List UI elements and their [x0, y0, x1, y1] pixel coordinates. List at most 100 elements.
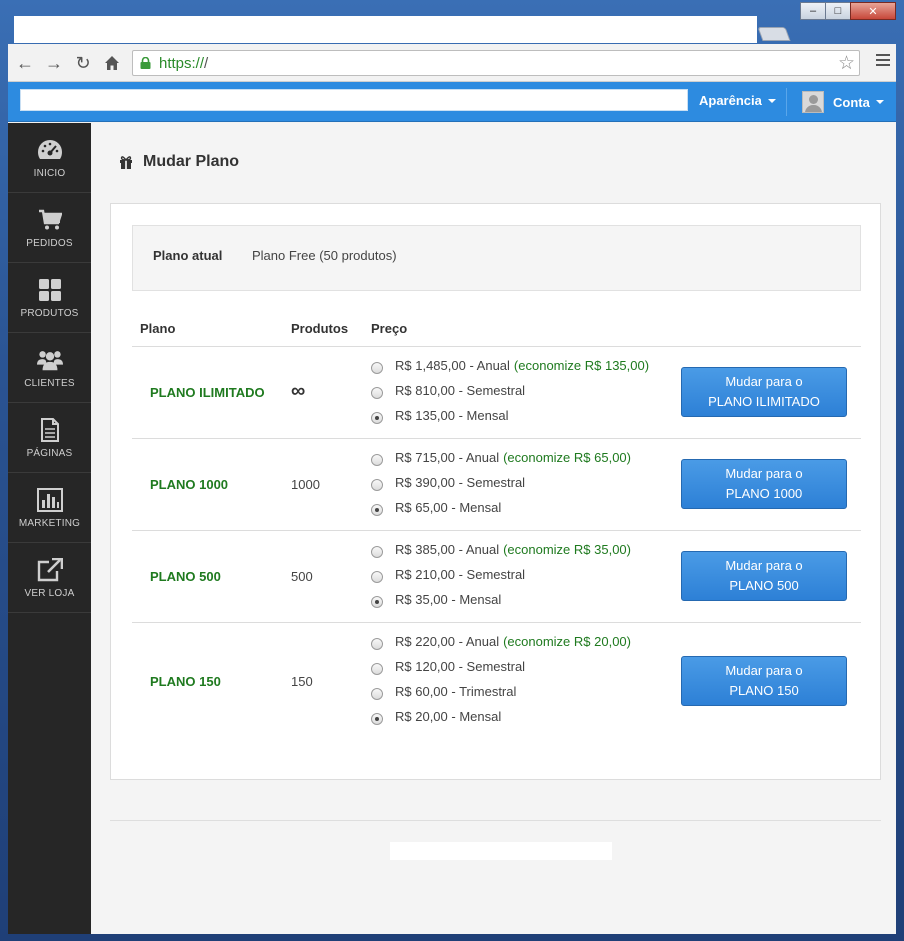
- radio-button[interactable]: [371, 546, 383, 558]
- plan-qty: ∞: [291, 380, 306, 402]
- radio-button[interactable]: [371, 362, 383, 374]
- price-text: R$ 210,00 - Semestral: [395, 567, 526, 582]
- price-text: R$ 20,00 - Mensal: [395, 709, 502, 724]
- appearance-menu[interactable]: Aparência: [699, 93, 776, 108]
- price-option[interactable]: R$ 390,00 - Semestral: [371, 474, 525, 491]
- current-plan-label: Plano atual: [153, 248, 223, 263]
- radio-button[interactable]: [371, 571, 383, 583]
- app-header: Aparência Conta: [8, 82, 896, 122]
- radio-button[interactable]: [371, 688, 383, 700]
- footer-block: [390, 842, 612, 860]
- price-option[interactable]: R$ 20,00 - Mensal: [371, 708, 501, 725]
- price-option[interactable]: R$ 120,00 - Semestral: [371, 658, 525, 675]
- forward-icon[interactable]: →: [43, 52, 65, 74]
- price-text: R$ 390,00 - Semestral: [395, 475, 526, 490]
- button-line: Mudar para o: [725, 558, 803, 573]
- price-text: R$ 1,485,00 - Anual: [395, 358, 510, 373]
- radio-button[interactable]: [371, 454, 383, 466]
- back-icon[interactable]: ←: [14, 52, 36, 74]
- current-plan-box: Plano atual Plano Free (50 produtos): [132, 225, 861, 291]
- sidebar-item-inicio[interactable]: INICIO: [8, 123, 91, 193]
- sidebar-item-ver-loja[interactable]: VER LOJA: [8, 543, 91, 613]
- close-button[interactable]: ✕: [850, 2, 896, 20]
- sidebar-item-label: PÁGINAS: [26, 447, 73, 459]
- plan-qty: 500: [291, 569, 313, 584]
- price-text: R$ 60,00 - Trimestral: [395, 684, 517, 699]
- savings-text: (economize R$ 135,00): [513, 358, 650, 373]
- dashboard-icon: [37, 137, 63, 163]
- price-option[interactable]: R$ 135,00 - Mensal: [371, 407, 508, 424]
- browser-menu-icon[interactable]: [876, 54, 890, 69]
- column-header-produtos: Produtos: [291, 321, 349, 336]
- radio-button[interactable]: [371, 479, 383, 491]
- address-bar[interactable]: https:/// ☆: [132, 50, 860, 76]
- radio-button[interactable]: [371, 713, 383, 725]
- plan-qty: 150: [291, 674, 313, 689]
- page-title: Mudar Plano: [119, 153, 239, 171]
- reload-icon[interactable]: ↻: [72, 52, 94, 74]
- bar-chart-icon: [36, 487, 63, 513]
- plan-name: PLANO 1000: [150, 477, 229, 492]
- sidebar-item-label: VER LOJA: [24, 587, 75, 599]
- bookmark-star-icon[interactable]: ☆: [838, 52, 855, 75]
- radio-button[interactable]: [371, 663, 383, 675]
- browser-toolbar: ← → ↻ https:/// ☆: [8, 44, 896, 82]
- plan-name: PLANO ILIMITADO: [150, 385, 265, 400]
- price-text: R$ 385,00 - Anual: [395, 542, 500, 557]
- price-text: R$ 135,00 - Mensal: [395, 408, 509, 423]
- external-link-icon: [37, 557, 63, 583]
- maximize-button[interactable]: □: [825, 2, 851, 20]
- gift-icon: [120, 156, 132, 169]
- table-row: PLANO ILIMITADO ∞ R$ 1,485,00 - Anual (ec…: [132, 346, 861, 438]
- price-option[interactable]: R$ 385,00 - Anual (economize R$ 35,00): [371, 541, 631, 558]
- header-search-input[interactable]: [20, 89, 688, 111]
- price-option[interactable]: R$ 220,00 - Anual (economize R$ 20,00): [371, 633, 631, 650]
- sidebar-item-paginas[interactable]: PÁGINAS: [8, 403, 91, 473]
- savings-text: (economize R$ 65,00): [503, 450, 631, 465]
- button-line: Mudar para o: [725, 374, 803, 389]
- account-menu[interactable]: Conta: [802, 91, 884, 113]
- price-text: R$ 65,00 - Mensal: [395, 500, 502, 515]
- home-icon[interactable]: [101, 52, 123, 74]
- minimize-button[interactable]: –: [800, 2, 826, 20]
- price-option[interactable]: R$ 35,00 - Mensal: [371, 591, 501, 608]
- lock-icon: [140, 57, 151, 69]
- radio-button[interactable]: [371, 638, 383, 650]
- sidebar-item-label: MARKETING: [18, 517, 81, 529]
- new-tab-button[interactable]: [757, 27, 791, 41]
- change-plan-button[interactable]: Mudar para o PLANO 150: [681, 656, 847, 706]
- sidebar-item-produtos[interactable]: PRODUTOS: [8, 263, 91, 333]
- button-line: Mudar para o: [725, 663, 803, 678]
- sidebar-item-marketing[interactable]: MARKETING: [8, 473, 91, 543]
- savings-text: (economize R$ 20,00): [503, 634, 631, 649]
- price-text: R$ 220,00 - Anual: [395, 634, 500, 649]
- browser-window: ← → ↻ https:/// ☆ Aparência Conta INICIO: [8, 44, 896, 934]
- price-option[interactable]: R$ 210,00 - Semestral: [371, 566, 525, 583]
- window-controls: – □ ✕: [800, 2, 896, 20]
- current-plan-value: Plano Free (50 produtos): [252, 248, 397, 263]
- radio-button[interactable]: [371, 596, 383, 608]
- radio-button[interactable]: [371, 412, 383, 424]
- price-option[interactable]: R$ 715,00 - Anual (economize R$ 65,00): [371, 449, 631, 466]
- sidebar: INICIO PEDIDOS PRODUTOS CLIENTES PÁGINAS: [8, 123, 91, 934]
- sidebar-item-pedidos[interactable]: PEDIDOS: [8, 193, 91, 263]
- change-plan-button[interactable]: Mudar para o PLANO 500: [681, 551, 847, 601]
- price-option[interactable]: R$ 1,485,00 - Anual (economize R$ 135,00): [371, 357, 649, 374]
- sidebar-item-clientes[interactable]: CLIENTES: [8, 333, 91, 403]
- change-plan-button[interactable]: Mudar para o PLANO 1000: [681, 459, 847, 509]
- price-text: R$ 120,00 - Semestral: [395, 659, 526, 674]
- header-divider: [786, 88, 787, 116]
- table-row: PLANO 500 500 R$ 385,00 - Anual (economiz…: [132, 530, 861, 622]
- footer-divider: [110, 820, 881, 821]
- radio-button[interactable]: [371, 504, 383, 516]
- plan-name: PLANO 500: [150, 569, 221, 584]
- radio-button[interactable]: [371, 387, 383, 399]
- change-plan-button[interactable]: Mudar para o PLANO ILIMITADO: [681, 367, 847, 417]
- price-option[interactable]: R$ 65,00 - Mensal: [371, 499, 501, 516]
- price-option[interactable]: R$ 810,00 - Semestral: [371, 382, 525, 399]
- button-line: PLANO 500: [729, 578, 799, 593]
- button-line: PLANO ILIMITADO: [708, 394, 820, 409]
- savings-text: (economize R$ 35,00): [503, 542, 631, 557]
- table-row: PLANO 1000 1000 R$ 715,00 - Anual (econom…: [132, 438, 861, 530]
- price-option[interactable]: R$ 60,00 - Trimestral: [371, 683, 516, 700]
